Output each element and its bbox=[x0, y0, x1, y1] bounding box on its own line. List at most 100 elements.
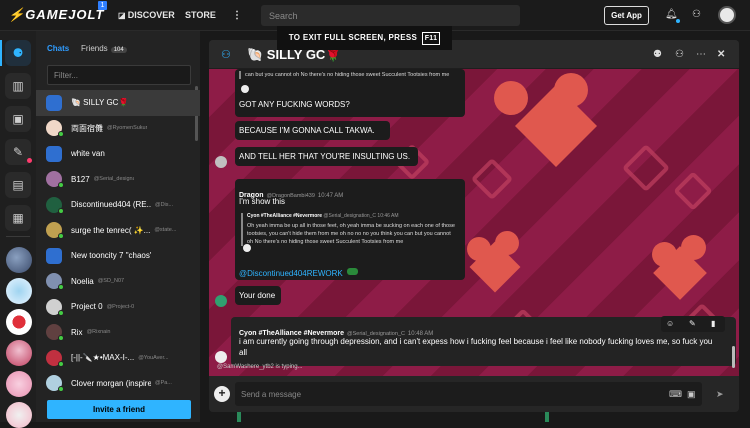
chat-item[interactable]: B127 @Serial_designation_B127 bbox=[36, 167, 200, 193]
chat-item-silly-gc[interactable]: 🐚 SILLY GC🌹 bbox=[36, 90, 200, 116]
friends-icon[interactable]: ⚇ bbox=[692, 9, 701, 20]
keyboard-icon[interactable]: ⌨ bbox=[669, 389, 682, 400]
avatar[interactable] bbox=[215, 156, 227, 168]
store-rail-icon[interactable]: ▥ bbox=[5, 73, 31, 99]
gamejolt-logo[interactable]: ⚡GAMEJOLT bbox=[8, 7, 104, 23]
chat-item[interactable]: surge the tenrec( ✨... @state... bbox=[36, 218, 200, 244]
quoted-avatar bbox=[243, 244, 251, 252]
chat-item[interactable]: New tooncity 7 "chaos" bbox=[36, 243, 200, 269]
chat-item[interactable]: Rix @Rixnain bbox=[36, 320, 200, 346]
more-menu-icon[interactable]: ⋮ bbox=[232, 10, 242, 21]
delete-icon[interactable]: ▮ bbox=[711, 319, 715, 328]
mention-line: @Discontinued404REWORK bbox=[239, 263, 359, 281]
library-rail-icon[interactable]: ▤ bbox=[5, 172, 31, 198]
heart-outline-decoration bbox=[470, 157, 514, 201]
quoted-avatar bbox=[241, 85, 249, 93]
notification-bell-icon[interactable]: 🔔︎ bbox=[665, 9, 678, 20]
heart-decoration bbox=[467, 237, 491, 261]
chat-handle: @Pa... bbox=[155, 380, 172, 387]
chat-handle: @Rixnain bbox=[86, 329, 111, 336]
chat-item[interactable]: Noelia @SD_N07 bbox=[36, 269, 200, 295]
quoted-author: Cyon #TheAlliance #Nevermore bbox=[247, 213, 323, 219]
avatar[interactable] bbox=[215, 351, 227, 363]
chat-sidebar: Chats Friends 104 Filter... 🐚 SILLY GC🌹 両… bbox=[36, 31, 200, 422]
games-rail-icon[interactable]: ▦ bbox=[5, 205, 31, 231]
store-link[interactable]: STORE bbox=[185, 10, 216, 20]
community-avatar-2[interactable] bbox=[6, 278, 32, 304]
discover-link[interactable]: ◪ DISCOVER bbox=[118, 10, 175, 20]
chat-item[interactable]: [-||-🔪★•MAX-I-... @YouAver... bbox=[36, 345, 200, 371]
filter-input[interactable]: Filter... bbox=[47, 65, 191, 85]
user-mention[interactable]: @Discontinued404REWORK bbox=[239, 269, 343, 278]
get-app-button[interactable]: Get App bbox=[604, 6, 649, 25]
discover-icon: ◪ bbox=[118, 11, 128, 20]
community-avatar-3[interactable] bbox=[6, 309, 32, 335]
composer: + Send a message ⌨ ▣ ➤ bbox=[209, 376, 739, 412]
chat-name: B127 bbox=[71, 174, 90, 184]
add-member-icon[interactable]: ⚉ bbox=[653, 49, 662, 60]
community-avatar-5[interactable] bbox=[6, 371, 32, 397]
backpack-rail-icon[interactable]: ▣ bbox=[5, 106, 31, 132]
community-avatar-6[interactable] bbox=[6, 402, 32, 428]
send-icon[interactable]: ➤ bbox=[716, 389, 724, 400]
avatar[interactable] bbox=[215, 295, 227, 307]
chat-window: ⚇ 🐚 SILLY GC🌹 ⚉ ⚇ ⋯ ✕ can but you cannot… bbox=[209, 40, 739, 412]
message-bubble[interactable]: AND TELL HER THAT YOU'RE INSULTING US. bbox=[235, 147, 418, 166]
search-input[interactable]: Search bbox=[261, 5, 520, 26]
chat-handle: @YouAver... bbox=[138, 354, 169, 361]
chat-item[interactable]: Project 0 @Project-0 bbox=[36, 294, 200, 320]
message-bubble-dragon[interactable]: Dragon @DragonBambi439 10:47 AM I'm show t… bbox=[235, 179, 465, 280]
sticker-icon[interactable]: ▣ bbox=[687, 389, 696, 400]
message-text: GOT ANY FUCKING WORDS? bbox=[239, 100, 350, 109]
chat-handle: @RyomenSukuna_ULTRA bbox=[107, 125, 147, 132]
quoted-message[interactable]: Cyon #TheAlliance #Nevermore @Serial_des… bbox=[241, 213, 456, 246]
heart-decoration bbox=[652, 242, 677, 267]
message-input[interactable]: Send a message bbox=[235, 382, 702, 406]
message-bubble[interactable]: Your done bbox=[235, 286, 281, 305]
chat-name: Discontinued404 (RE... bbox=[71, 200, 151, 210]
tab-friends[interactable]: Friends 104 bbox=[81, 44, 127, 53]
chat-name: Rix bbox=[71, 327, 83, 337]
heart-outline-decoration bbox=[673, 171, 713, 211]
online-indicator bbox=[58, 131, 64, 138]
quoted-text: Oh yeah imma be up all in those feet, oh… bbox=[247, 223, 455, 245]
close-icon[interactable]: ✕ bbox=[717, 49, 725, 60]
react-icon[interactable]: ☺ bbox=[666, 319, 674, 328]
heart-outline-decoration bbox=[621, 143, 671, 193]
chat-rail-icon[interactable]: ⚈ bbox=[5, 40, 31, 66]
tab-chats[interactable]: Chats bbox=[47, 44, 69, 53]
community-avatar-1[interactable] bbox=[6, 247, 32, 273]
edit-icon[interactable]: ✎ bbox=[689, 319, 696, 328]
message-text: AND TELL HER THAT YOU'RE INSULTING US. bbox=[239, 152, 411, 161]
more-options-icon[interactable]: ⋯ bbox=[696, 49, 706, 60]
message-actions: ☺ ✎ ▮ bbox=[661, 316, 725, 332]
message-bubble[interactable]: BECAUSE I'M GONNA CALL TAKWA. bbox=[235, 121, 390, 140]
invite-friend-button[interactable]: Invite a friend bbox=[47, 400, 191, 419]
quoted-header: Cyon #TheAlliance #Nevermore @Serial_des… bbox=[247, 213, 456, 219]
message-text: i am currently going through depression,… bbox=[239, 337, 713, 357]
chat-item[interactable]: Clover morgan (inspire... @Pa... bbox=[36, 371, 200, 397]
logo-badge: 1 bbox=[98, 1, 107, 10]
user-avatar[interactable] bbox=[718, 6, 736, 24]
chat-item[interactable]: white van bbox=[36, 141, 200, 167]
logo-bolt-icon: ⚡ bbox=[8, 7, 26, 22]
rail-active-indicator bbox=[0, 40, 2, 66]
message-bubble[interactable]: can but you cannot oh No there's no hidi… bbox=[235, 69, 465, 117]
quest-alert-dot bbox=[27, 158, 32, 163]
avatar bbox=[46, 273, 64, 291]
exit-fullscreen-text: TO EXIT FULL SCREEN, PRESS bbox=[288, 33, 418, 42]
online-indicator bbox=[58, 233, 64, 240]
community-avatar-4[interactable] bbox=[6, 340, 32, 366]
message-text: Your done bbox=[239, 291, 276, 300]
chat-item[interactable]: 両面宿儺 @RyomenSukuna_ULTRA bbox=[36, 116, 200, 142]
members-icon[interactable]: ⚇ bbox=[675, 49, 684, 60]
avatar bbox=[46, 324, 64, 342]
add-attachment-button[interactable]: + bbox=[214, 386, 230, 402]
chat-item[interactable]: Discontinued404 (RE... @Dis... bbox=[36, 192, 200, 218]
group-icon bbox=[46, 145, 62, 162]
quoted-time: 10:46 AM bbox=[377, 213, 399, 219]
group-chat-icon: ⚇ bbox=[221, 49, 231, 61]
chat-scrollbar[interactable] bbox=[732, 346, 735, 368]
message-text: I'm show this bbox=[239, 197, 285, 206]
chat-name: [-||-🔪★•MAX-I-... bbox=[71, 353, 135, 363]
